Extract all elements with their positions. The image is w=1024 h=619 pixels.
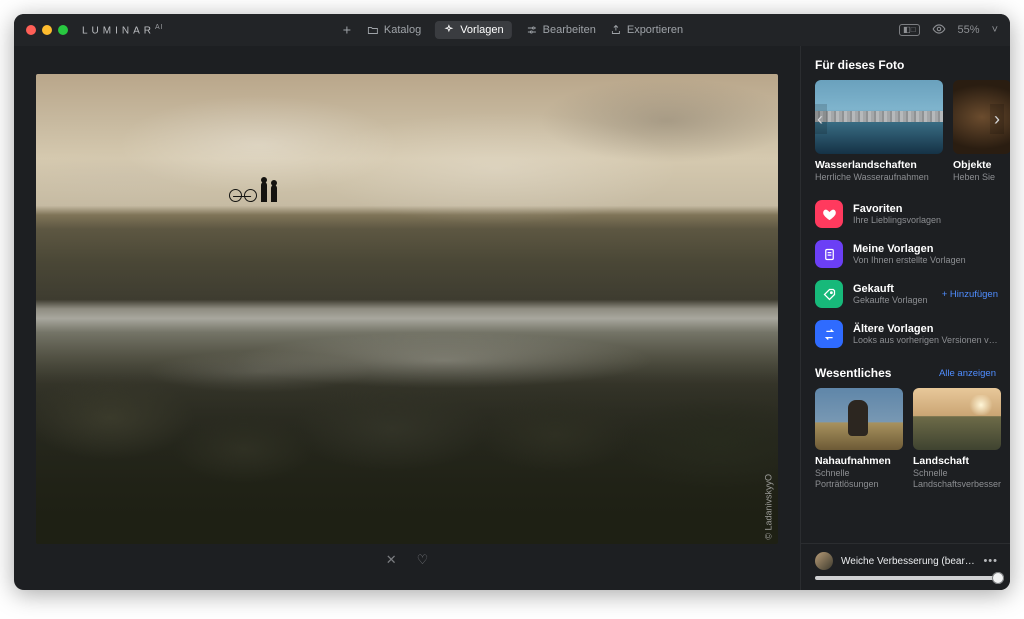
category-desc: Gekaufte Vorlagen — [853, 295, 932, 305]
category-name: Meine Vorlagen — [853, 243, 998, 255]
photo-viewer[interactable]: © LadanivskyyO — [36, 74, 778, 544]
photo-grass-layer — [36, 333, 778, 545]
category-desc: Von Ihnen erstellte Vorlagen — [853, 255, 998, 265]
strength-bar: Weiche Verbesserung (bearbeite ••• — [801, 543, 1010, 590]
minimize-window-button[interactable] — [42, 25, 52, 35]
category-name: Favoriten — [853, 203, 998, 215]
carousel-card-title: Objekte — [953, 159, 1010, 171]
compare-toggle-icon[interactable]: ◧□ — [899, 24, 919, 36]
template-more-button[interactable]: ••• — [983, 555, 998, 567]
essentials-card-sub: Schnelle Porträtlösungen — [815, 468, 903, 489]
category-name: Ältere Vorlagen — [853, 323, 998, 335]
essentials-title: Wesentliches — [815, 366, 891, 380]
essentials-header: Wesentliches Alle anzeigen — [815, 366, 1010, 380]
carousel-card-sub: Heben Sie — [953, 172, 1010, 182]
essentials-card[interactable]: Landschaft Schnelle Landschaftsverbesser… — [913, 388, 1001, 489]
favorite-button[interactable]: ♡ — [417, 552, 429, 568]
carousel-card-sub: Herrliche Wasseraufnahmen — [815, 172, 943, 182]
eye-icon — [932, 22, 946, 36]
strength-row: Weiche Verbesserung (bearbeite ••• — [815, 552, 998, 570]
category-desc: Ihre Lieblingsvorlagen — [853, 215, 998, 225]
person-silhouette — [271, 185, 277, 202]
essentials-card-sub: Schnelle Landschaftsverbesserungen — [913, 468, 1001, 489]
strength-slider[interactable] — [815, 576, 998, 580]
carousel-prev-button[interactable]: ‹ — [815, 104, 827, 134]
essentials-card-title: Landschaft — [913, 455, 1001, 467]
brand-suffix: AI — [155, 24, 164, 31]
category-list: Favoriten Ihre Lieblingsvorlagen Meine V… — [815, 200, 1010, 348]
reject-button[interactable]: ✕ — [386, 552, 397, 568]
top-nav: Katalog Vorlagen Bearbeiten Exportieren — [341, 21, 683, 39]
nav-catalog[interactable]: Katalog — [367, 24, 421, 36]
canvas-area: © LadanivskyyO ✕ ♡ — [14, 46, 800, 590]
close-window-button[interactable] — [26, 25, 36, 35]
zoom-window-button[interactable] — [58, 25, 68, 35]
essentials-grid: Nahaufnahmen Schnelle Porträtlösungen La… — [815, 388, 1010, 489]
heart-icon — [815, 200, 843, 228]
nav-edit-label: Bearbeiten — [543, 24, 596, 36]
essentials-card-title: Nahaufnahmen — [815, 455, 903, 467]
person-silhouette — [261, 182, 267, 202]
nav-templates[interactable]: Vorlagen — [435, 21, 511, 39]
export-icon — [610, 24, 622, 36]
nav-catalog-label: Katalog — [384, 24, 421, 36]
top-right-controls: ◧□ 55% ˅ — [899, 22, 998, 39]
carousel-card[interactable]: Wasserlandschaften Herrliche Wasseraufna… — [815, 80, 943, 182]
nav-export[interactable]: Exportieren — [610, 24, 683, 36]
category-my-templates[interactable]: Meine Vorlagen Von Ihnen erstellte Vorla… — [815, 240, 998, 268]
photo-credit: © LadanivskyyO — [764, 474, 774, 540]
nav-templates-label: Vorlagen — [460, 24, 503, 36]
applied-template-thumb[interactable] — [815, 552, 833, 570]
workspace: © LadanivskyyO ✕ ♡ Für dieses Foto ‹ Was… — [14, 46, 1010, 590]
side-scroll: Für dieses Foto ‹ Wasserlandschaften Her… — [801, 46, 1010, 543]
carousel-thumb — [815, 80, 943, 154]
template-carousel: ‹ Wasserlandschaften Herrliche Wasserauf… — [815, 80, 1010, 182]
nav-export-label: Exportieren — [627, 24, 683, 36]
zoom-chevron-icon[interactable]: ˅ — [992, 24, 998, 36]
photo-silhouette — [229, 182, 277, 202]
titlebar: LUMINARAI Katalog Vorlagen Bearbeiten Ex… — [14, 14, 1010, 46]
nav-edit[interactable]: Bearbeiten — [526, 24, 596, 36]
category-favorites[interactable]: Favoriten Ihre Lieblingsvorlagen — [815, 200, 998, 228]
category-purchased[interactable]: Gekauft Gekaufte Vorlagen + Hinzufügen — [815, 280, 998, 308]
app-brand: LUMINARAI — [82, 24, 164, 36]
canvas-footer: ✕ ♡ — [386, 552, 429, 568]
app-window: LUMINARAI Katalog Vorlagen Bearbeiten Ex… — [14, 14, 1010, 590]
essentials-thumb — [913, 388, 1001, 450]
add-purchased-link[interactable]: + Hinzufügen — [942, 289, 998, 300]
carousel-next-button[interactable]: › — [990, 104, 1004, 134]
tag-icon — [815, 280, 843, 308]
swap-icon — [815, 320, 843, 348]
essentials-card[interactable]: Nahaufnahmen Schnelle Porträtlösungen — [815, 388, 903, 489]
sliders-icon — [526, 24, 538, 36]
bike-silhouette — [229, 182, 257, 202]
side-panel: Für dieses Foto ‹ Wasserlandschaften Her… — [800, 46, 1010, 590]
preview-toggle[interactable] — [932, 22, 946, 39]
for-this-photo-title: Für dieses Foto — [815, 58, 1010, 72]
sparkle-icon — [443, 24, 455, 36]
category-desc: Looks aus vorherigen Versionen von Lumin… — [853, 335, 998, 345]
add-button[interactable] — [341, 24, 353, 36]
applied-template-label: Weiche Verbesserung (bearbeite — [841, 556, 975, 567]
category-name: Gekauft — [853, 283, 932, 295]
folder-icon — [367, 24, 379, 36]
brand-name: LUMINAR — [82, 25, 155, 36]
category-legacy[interactable]: Ältere Vorlagen Looks aus vorherigen Ver… — [815, 320, 998, 348]
zoom-value[interactable]: 55% — [958, 24, 980, 36]
carousel-card-title: Wasserlandschaften — [815, 159, 943, 171]
show-all-link[interactable]: Alle anzeigen — [939, 368, 996, 379]
essentials-thumb — [815, 388, 903, 450]
document-icon — [815, 240, 843, 268]
plus-icon — [341, 24, 353, 36]
window-controls — [26, 25, 68, 35]
